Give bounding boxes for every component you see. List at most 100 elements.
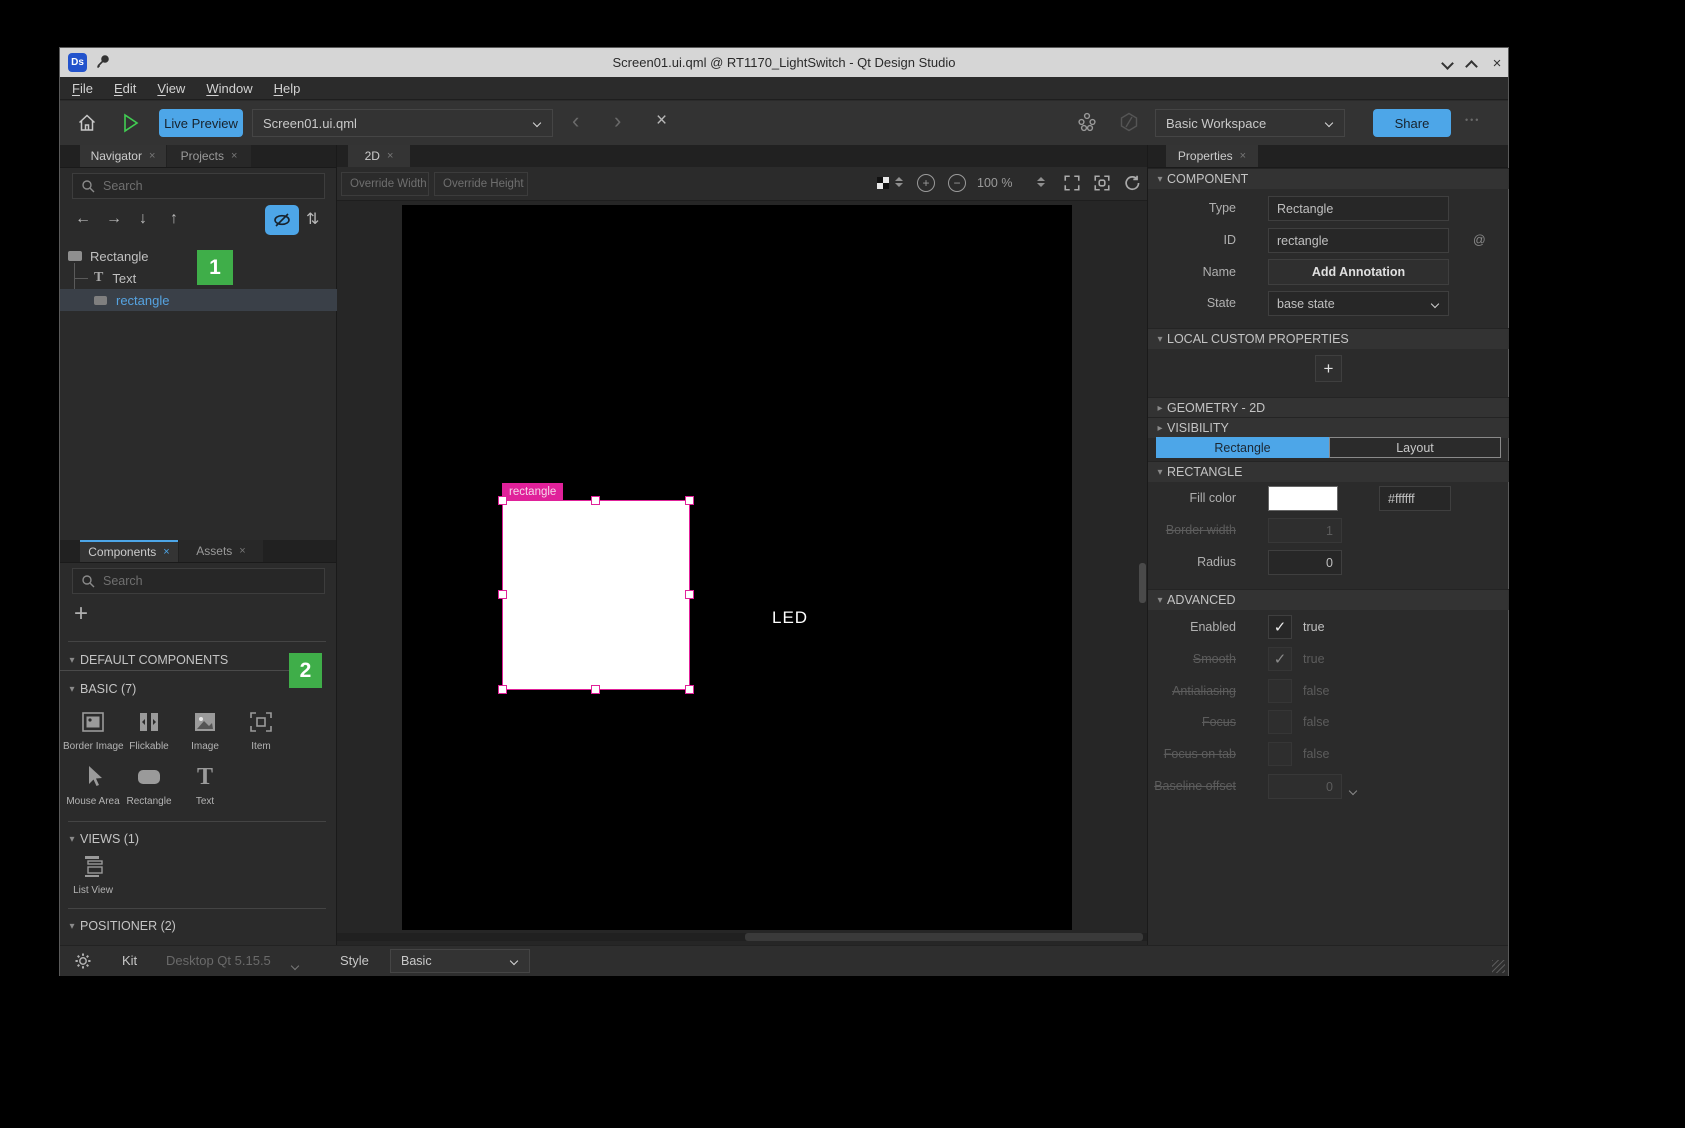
annotation-at-icon[interactable]: @ <box>1473 233 1486 247</box>
menu-help[interactable]: Help <box>274 81 301 96</box>
fill-color-hex-field[interactable] <box>1379 486 1451 511</box>
section-positioner[interactable]: ▾ POSITIONER (2) <box>60 916 337 936</box>
section-component[interactable]: ▾ COMPONENT <box>1148 168 1509 189</box>
menu-edit[interactable]: Edit <box>114 81 136 96</box>
run-project-icon[interactable] <box>118 111 142 135</box>
resize-handle-ne[interactable] <box>685 496 694 505</box>
led-text[interactable]: LED <box>772 608 808 628</box>
tab-assets[interactable]: Assets× <box>179 540 263 562</box>
tab-navigator[interactable]: Navigator× <box>80 145 166 167</box>
state-dropdown[interactable]: base state <box>1268 291 1449 316</box>
minimize-button[interactable] <box>1438 54 1456 72</box>
enabled-checkbox[interactable]: ✓ <box>1268 615 1292 639</box>
tab-layout-props[interactable]: Layout <box>1329 437 1501 458</box>
navigator-search[interactable] <box>72 173 325 199</box>
section-views[interactable]: ▾ VIEWS (1) <box>60 829 337 849</box>
more-options-icon[interactable]: ••• <box>1465 115 1480 125</box>
resize-grip[interactable] <box>1492 960 1505 973</box>
component-mouse-area[interactable]: Mouse Area <box>63 762 123 807</box>
section-geometry-2d[interactable]: ▸ GEOMETRY - 2D <box>1148 397 1509 418</box>
maximize-button[interactable] <box>1462 54 1480 72</box>
tab-2d[interactable]: 2D× <box>348 145 410 167</box>
components-search-input[interactable] <box>101 573 324 589</box>
forward-icon[interactable]: › <box>614 108 621 134</box>
move-left-icon[interactable]: ← <box>75 210 91 228</box>
horizontal-scrollbar[interactable] <box>745 933 1143 941</box>
resize-handle-se[interactable] <box>685 685 694 694</box>
qml-screen[interactable]: rectangle LED <box>402 205 1072 930</box>
section-default-components[interactable]: ▾ DEFAULT COMPONENTS <box>60 650 321 671</box>
resize-handle-sw[interactable] <box>498 685 507 694</box>
workspace-dropdown[interactable]: Basic Workspace <box>1155 109 1345 137</box>
type-field[interactable] <box>1268 196 1449 221</box>
fill-color-swatch[interactable] <box>1268 486 1338 511</box>
back-icon[interactable]: ‹ <box>572 108 579 134</box>
tab-projects[interactable]: Projects× <box>167 145 251 167</box>
add-module-button[interactable]: + <box>74 600 88 628</box>
vertical-scrollbar[interactable] <box>1139 563 1146 603</box>
fill-color-hex-input[interactable] <box>1380 492 1450 506</box>
fit-screen-icon[interactable] <box>1063 174 1081 197</box>
close-tab-icon[interactable]: × <box>1240 150 1246 162</box>
move-right-icon[interactable]: → <box>106 210 122 228</box>
navigator-search-input[interactable] <box>101 178 324 194</box>
close-tab-icon[interactable]: × <box>163 546 169 558</box>
component-list-view[interactable]: List View <box>63 851 123 896</box>
close-document-icon[interactable]: × <box>656 110 667 132</box>
zoom-in-icon[interactable]: + <box>917 174 935 192</box>
tab-components[interactable]: Components× <box>80 540 178 562</box>
override-height-input[interactable] <box>435 177 527 191</box>
kit-value[interactable]: Desktop Qt 5.15.5 <box>166 953 271 968</box>
close-tab-icon[interactable]: × <box>239 545 245 557</box>
zoom-spinner[interactable] <box>1037 177 1045 187</box>
selected-rectangle[interactable] <box>502 500 690 690</box>
background-spinner[interactable] <box>895 177 903 187</box>
close-tab-icon[interactable]: × <box>149 150 155 162</box>
add-annotation-button[interactable]: Add Annotation <box>1268 259 1449 285</box>
add-custom-property-button[interactable]: + <box>1315 355 1342 382</box>
section-local-custom-properties[interactable]: ▾ LOCAL CUSTOM PROPERTIES <box>1148 328 1509 349</box>
gear-icon[interactable] <box>74 952 92 975</box>
menu-window[interactable]: Window <box>206 81 252 96</box>
open-document-dropdown[interactable]: Screen01.ui.qml <box>252 109 553 137</box>
override-height-field[interactable] <box>434 172 528 196</box>
component-border-image[interactable]: Border Image <box>63 707 123 752</box>
radius-input[interactable] <box>1269 556 1341 570</box>
menu-file[interactable]: File <box>72 81 93 96</box>
share-button[interactable]: Share <box>1373 109 1451 137</box>
reset-view-icon[interactable] <box>1123 174 1141 197</box>
components-search[interactable] <box>72 568 325 594</box>
resize-handle-nw[interactable] <box>498 496 507 505</box>
zoom-out-icon[interactable]: − <box>948 174 966 192</box>
home-icon[interactable] <box>76 112 98 134</box>
resize-handle-n[interactable] <box>591 496 600 505</box>
run-deploy-icon[interactable] <box>1076 111 1098 133</box>
radius-field[interactable] <box>1268 550 1342 575</box>
kit-dropdown-chevron-icon[interactable] <box>292 956 298 974</box>
resize-handle-w[interactable] <box>498 590 507 599</box>
override-width-input[interactable] <box>342 177 428 191</box>
reverse-order-icon[interactable]: ⇅ <box>306 209 319 229</box>
id-field[interactable] <box>1268 228 1449 253</box>
tree-item-rectangle-selected[interactable]: rectangle <box>60 289 337 311</box>
move-down-icon[interactable]: ↓ <box>139 210 147 228</box>
section-visibility[interactable]: ▸ VISIBILITY <box>1148 417 1509 438</box>
tab-properties[interactable]: Properties× <box>1166 145 1258 167</box>
show-invisible-toggle[interactable] <box>265 205 299 235</box>
move-up-icon[interactable]: ↑ <box>170 210 178 228</box>
resize-handle-s[interactable] <box>591 685 600 694</box>
component-item[interactable]: Item <box>231 707 291 752</box>
component-image[interactable]: Image <box>175 707 235 752</box>
resize-handle-e[interactable] <box>685 590 694 599</box>
section-rectangle[interactable]: ▾ RECTANGLE <box>1148 461 1509 482</box>
live-preview-button[interactable]: Live Preview <box>159 109 243 137</box>
component-text[interactable]: T Text <box>175 762 235 807</box>
section-advanced[interactable]: ▾ ADVANCED <box>1148 589 1509 610</box>
component-flickable[interactable]: Flickable <box>119 707 179 752</box>
zoom-selection-icon[interactable] <box>1093 174 1111 197</box>
background-color-selector[interactable] <box>877 177 889 189</box>
baseline-offset-dropdown[interactable] <box>1350 781 1356 799</box>
menu-view[interactable]: View <box>157 81 185 96</box>
close-window-button[interactable]: × <box>1488 54 1506 72</box>
close-tab-icon[interactable]: × <box>387 150 393 162</box>
